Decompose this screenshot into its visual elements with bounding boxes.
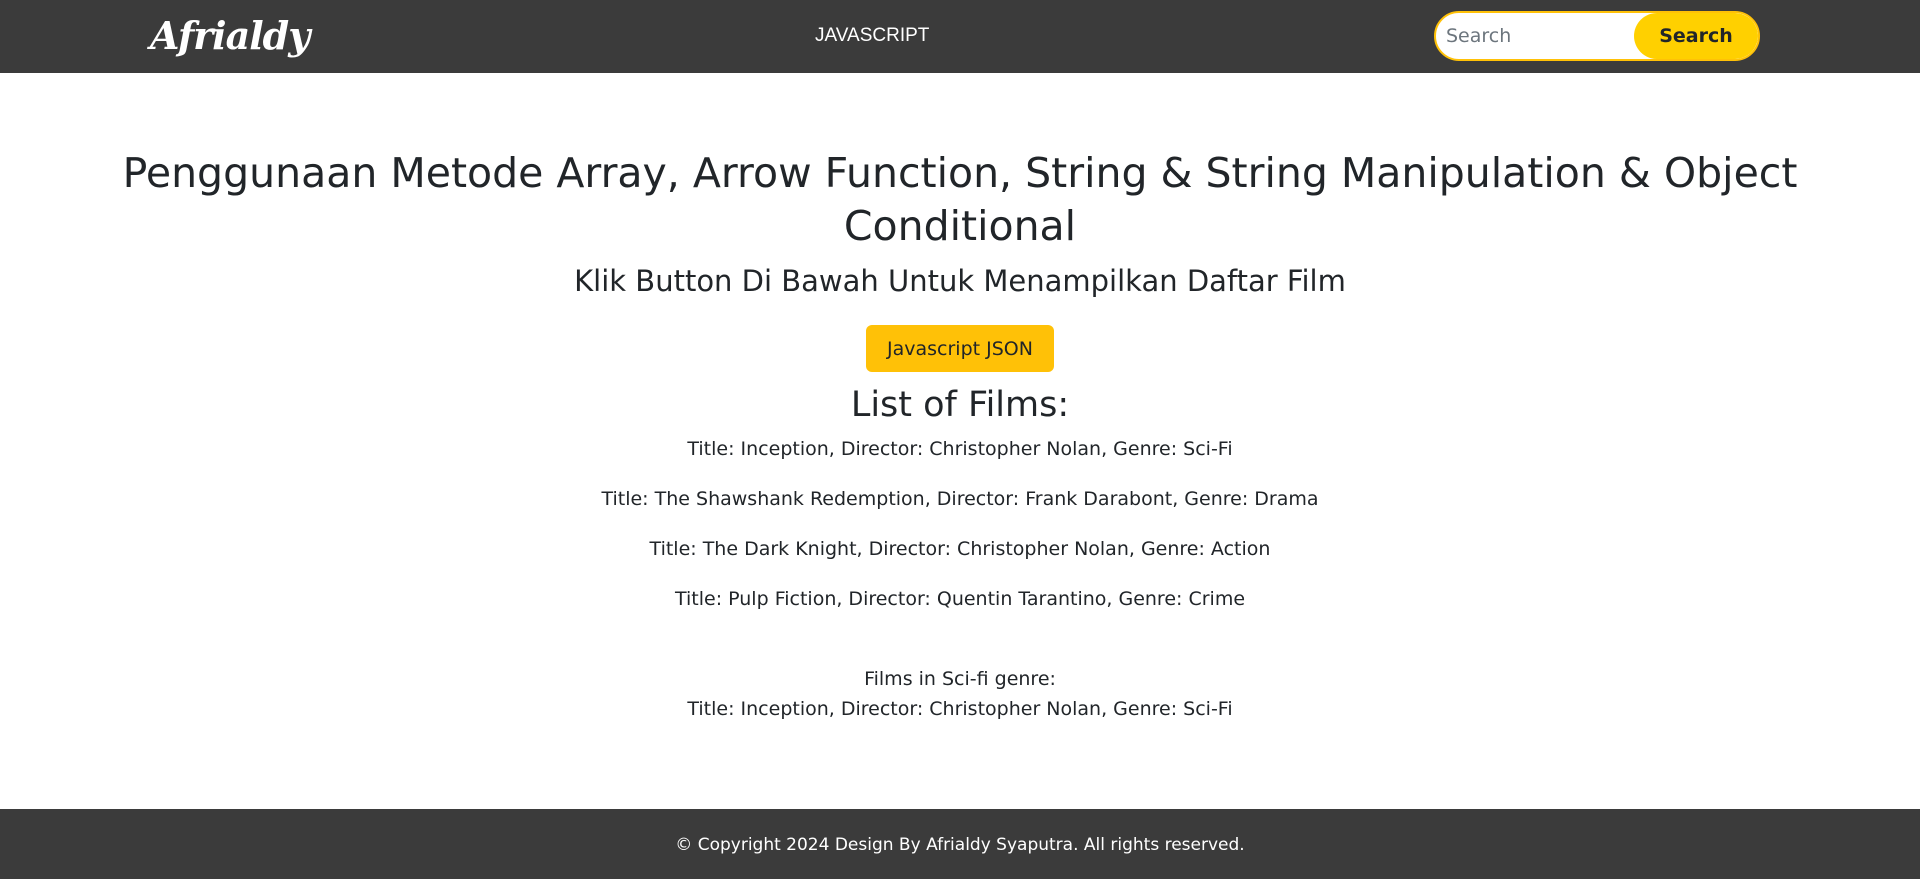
javascript-json-button[interactable]: Javascript JSON <box>866 325 1054 372</box>
search-form: Search <box>1434 11 1760 61</box>
film-list-item: Title: The Shawshank Redemption, Directo… <box>601 488 1319 510</box>
film-list-item: Title: The Dark Knight, Director: Christ… <box>649 538 1271 560</box>
brand-logo[interactable]: Afrialdy <box>150 12 310 60</box>
page-title: Penggunaan Metode Array, Arrow Function,… <box>122 149 1798 250</box>
copyright-text: © Copyright 2024 Design By Afrialdy Syap… <box>675 835 1245 855</box>
page-subtitle: Klik Button Di Bawah Untuk Menampilkan D… <box>574 264 1346 298</box>
film-list: Title: Inception, Director: Christopher … <box>0 437 1920 637</box>
search-input[interactable] <box>1436 13 1636 59</box>
search-button[interactable]: Search <box>1634 13 1758 59</box>
scifi-genre-label: Films in Sci-fi genre: <box>864 668 1056 690</box>
film-list-item: Title: Pulp Fiction, Director: Quentin T… <box>674 588 1246 610</box>
film-list-item: Title: Inception, Director: Christopher … <box>687 438 1233 460</box>
navbar: Afrialdy JAVASCRIPT Search <box>0 0 1920 73</box>
film-list-heading: List of Films: <box>850 385 1070 425</box>
nav-link-javascript[interactable]: JAVASCRIPT <box>815 24 929 48</box>
scifi-film-item: Title: Inception, Director: Christopher … <box>687 698 1233 720</box>
footer: © Copyright 2024 Design By Afrialdy Syap… <box>0 809 1920 879</box>
